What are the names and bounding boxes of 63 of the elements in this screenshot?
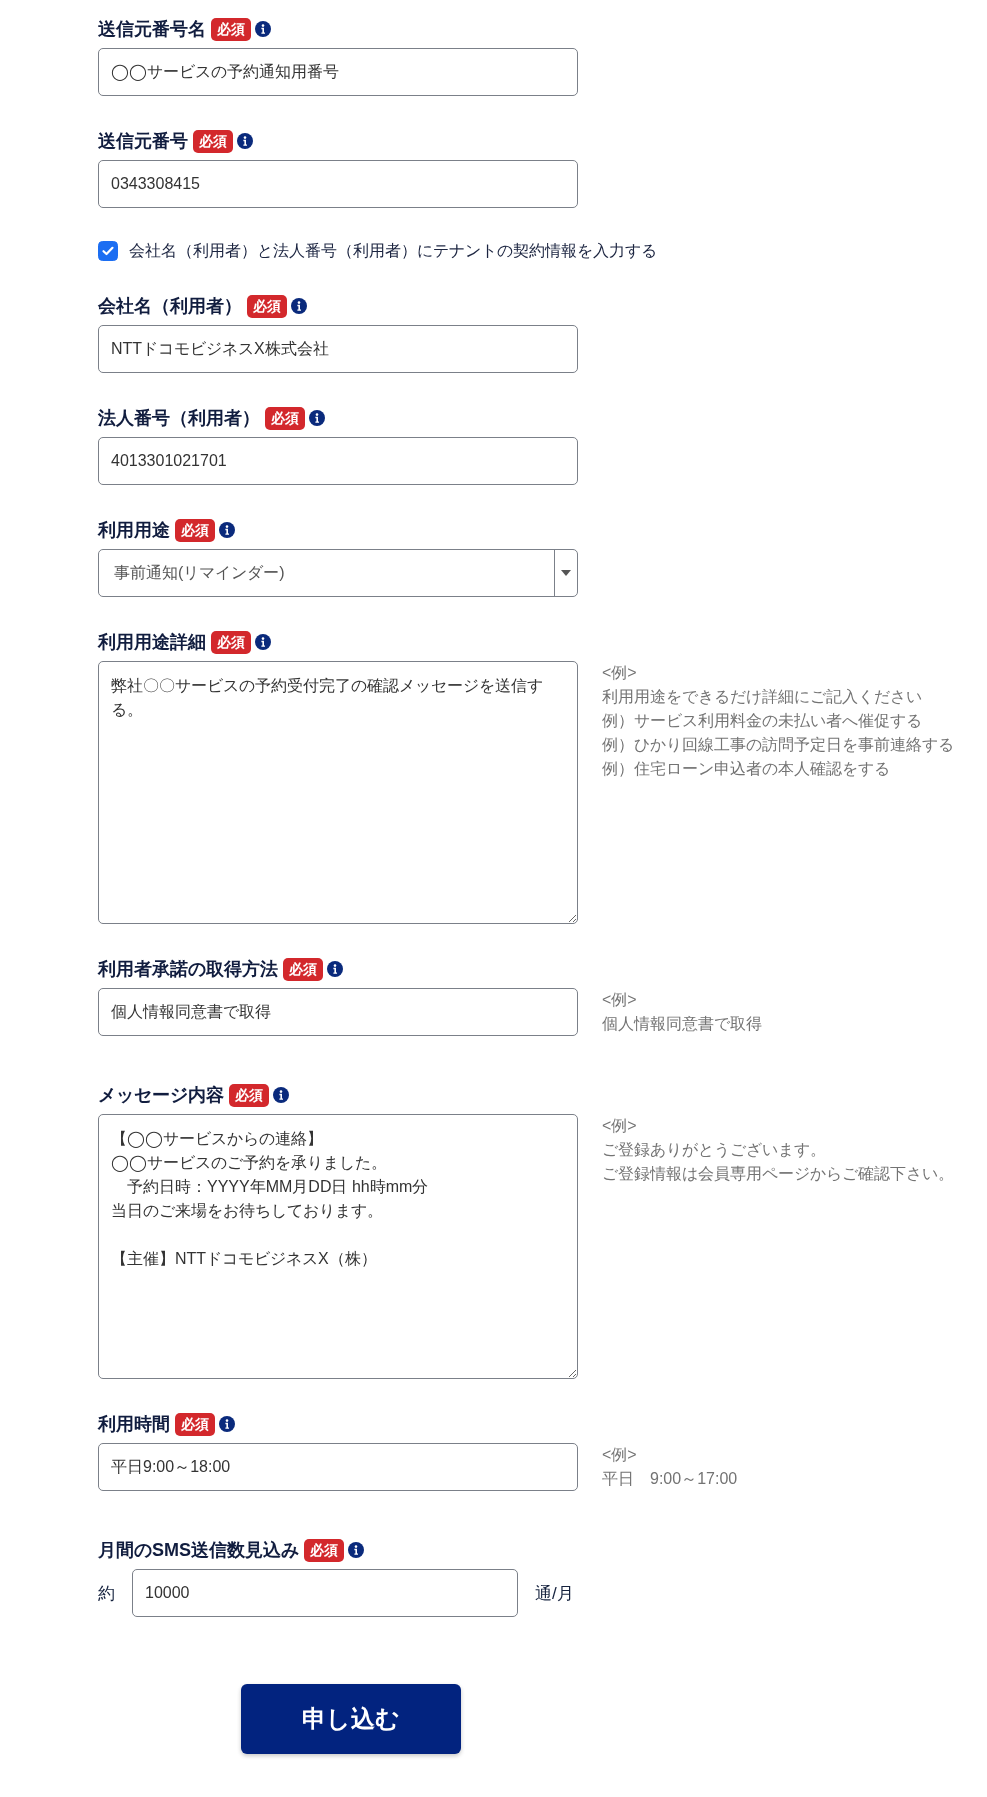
info-icon[interactable] [255, 634, 271, 650]
info-icon[interactable] [348, 1542, 364, 1558]
checkbox[interactable] [98, 241, 118, 261]
info-icon[interactable] [219, 1416, 235, 1432]
example-text: 例）住宅ローン申込者の本人確認をする [602, 759, 890, 779]
textarea-field[interactable]: 弊社〇〇サービスの予約受付完了の確認メッセージを送信する。 [98, 661, 578, 924]
field-label: メッセージ内容 [98, 1084, 224, 1107]
example-text: <例> [602, 663, 637, 683]
number-input[interactable]: 10000 [132, 1569, 518, 1617]
example-text: 例）ひかり回線工事の訪問予定日を事前連絡する [602, 735, 954, 755]
required-badge: 必須 [193, 129, 233, 153]
checkbox-label: 会社名（利用者）と法人番号（利用者）にテナントの契約情報を入力する [129, 241, 657, 261]
example-text: <例> [602, 1445, 637, 1465]
example-text: <例> [602, 990, 637, 1010]
info-icon[interactable] [273, 1087, 289, 1103]
unit-text: 通/月 [535, 1582, 574, 1605]
info-icon[interactable] [219, 522, 235, 538]
text-input[interactable]: 0343308415 [98, 160, 578, 208]
example-text: <例> [602, 1116, 637, 1136]
field-label: 送信元番号名 [98, 18, 206, 41]
message-line: 予約日時：YYYY年MM月DD日 hh時mm分 [126, 1177, 429, 1197]
required-badge: 必須 [175, 1412, 215, 1436]
submit-button[interactable]: 申し込む [241, 1684, 461, 1754]
required-badge: 必須 [229, 1083, 269, 1107]
required-badge: 必須 [265, 406, 305, 430]
field-label: 利用者承諾の取得方法 [98, 958, 278, 981]
text-input[interactable]: ◯◯サービスの予約通知用番号 [98, 48, 578, 96]
field-label: 送信元番号 [98, 130, 188, 153]
field-label: 月間のSMS送信数見込み [98, 1539, 299, 1562]
message-line: ◯◯サービスのご予約を承りました。 [111, 1153, 387, 1174]
example-text: 個人情報同意書で取得 [602, 1014, 762, 1034]
example-text: ご登録ありがとうございます。 [602, 1140, 826, 1160]
info-icon[interactable] [291, 298, 307, 314]
example-text: 例）サービス利用料金の未払い者へ催促する [602, 711, 922, 731]
required-badge: 必須 [211, 630, 251, 654]
select-field[interactable]: 事前通知(リマインダー) [98, 549, 578, 597]
field-label: 利用用途 [98, 519, 170, 542]
text-input[interactable]: 個人情報同意書で取得 [98, 988, 578, 1036]
info-icon[interactable] [255, 21, 271, 37]
example-text: ご登録情報は会員専用ページからご確認下さい。 [602, 1164, 954, 1184]
required-badge: 必須 [283, 957, 323, 981]
field-label: 利用時間 [98, 1413, 170, 1436]
required-badge: 必須 [211, 17, 251, 41]
required-badge: 必須 [247, 294, 287, 318]
field-label: 利用用途詳細 [98, 631, 206, 654]
message-line: 【主催】NTTドコモビジネスX（株） [111, 1249, 377, 1269]
textarea-field[interactable]: 【◯◯サービスからの連絡】 ◯◯サービスのご予約を承りました。 予約日時：YYYY年MM月DD日 hh時mm分 当日のご来場をお待ちしております。 【主催】NTTドコモビジネスX（株） [98, 1114, 578, 1379]
field-label: 法人番号（利用者） [98, 407, 260, 430]
message-line: 【◯◯サービスからの連絡】 [111, 1129, 323, 1150]
info-icon[interactable] [309, 410, 325, 426]
text-input[interactable]: 4013301021701 [98, 437, 578, 485]
required-badge: 必須 [304, 1538, 344, 1562]
prefix-text: 約 [98, 1582, 115, 1605]
caret-icon [561, 570, 571, 576]
info-icon[interactable] [327, 961, 343, 977]
example-text: 利用用途をできるだけ詳細にご記入ください [602, 687, 922, 707]
text-input[interactable]: 平日9:00～18:00 [98, 1443, 578, 1491]
text-input[interactable]: NTTドコモビジネスX株式会社 [98, 325, 578, 373]
field-label: 会社名（利用者） [98, 295, 242, 318]
example-text: 平日 9:00～17:00 [602, 1469, 738, 1489]
required-badge: 必須 [175, 518, 215, 542]
message-line: 当日のご来場をお待ちしております。 [111, 1201, 383, 1221]
info-icon[interactable] [237, 133, 253, 149]
